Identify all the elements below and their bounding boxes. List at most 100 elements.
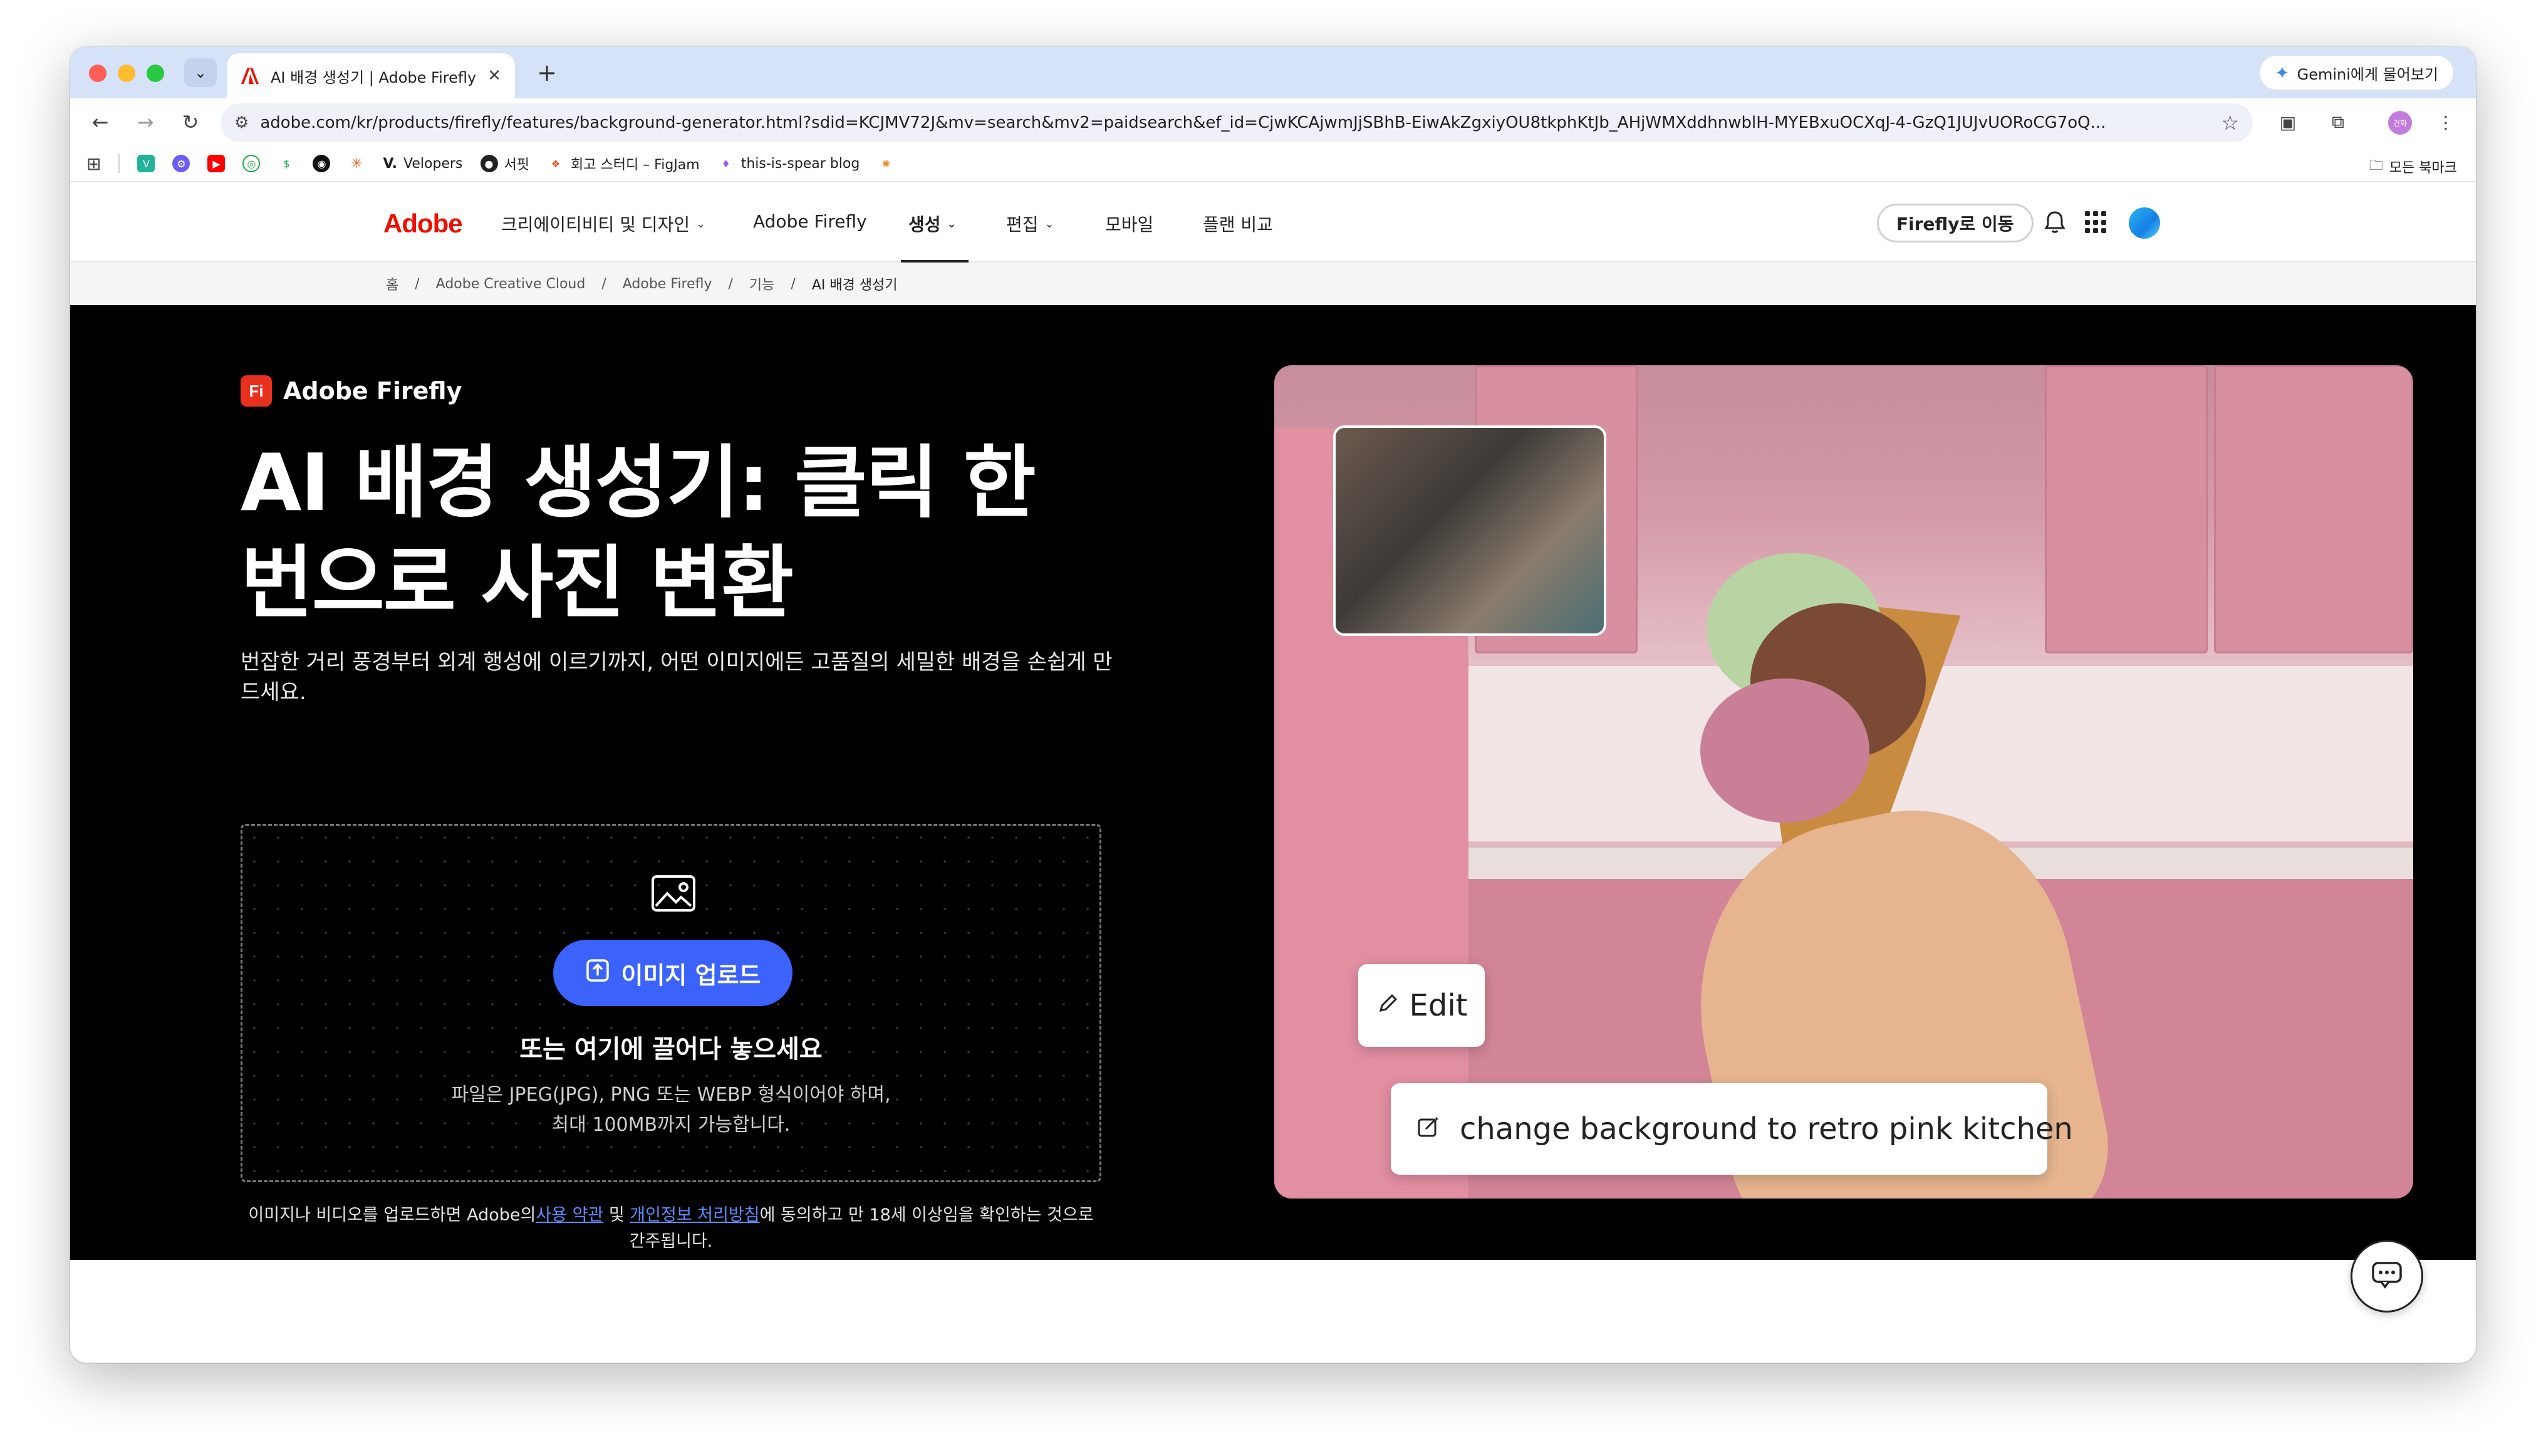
youtube-icon[interactable]: ▶ xyxy=(207,155,226,172)
bookmark-star-icon[interactable]: ☆ xyxy=(2221,111,2239,135)
strawberry-scoop xyxy=(1700,679,1869,823)
pencil-icon xyxy=(1376,988,1401,1023)
adobe-global-nav: Adobe 크리에이티비티 및 디자인 ⌄ Adobe Firefly 생성 ⌄… xyxy=(70,182,2476,263)
adobe-logo[interactable]: Adobe xyxy=(380,209,463,239)
below-hero-section xyxy=(70,1260,2476,1363)
nav-adobe-firefly[interactable]: Adobe Firefly xyxy=(753,211,867,232)
reload-icon[interactable]: ↻ xyxy=(177,108,204,136)
folder-icon: 🗀 xyxy=(2369,158,2383,174)
terms-notice: 이미지나 비디오를 업로드하면 Adobe의사용 약관 및 개인정보 처리방침에… xyxy=(248,1205,1094,1251)
new-tab-button[interactable]: + xyxy=(533,58,561,87)
user-avatar[interactable] xyxy=(2129,207,2160,239)
breadcrumb-separator: / xyxy=(728,276,733,292)
demo-image: Edit change background to retro pink kit… xyxy=(1274,365,2413,1199)
bookmark-surfit[interactable]: ● 서핏 xyxy=(480,153,529,174)
breadcrumb-separator: / xyxy=(791,276,796,292)
privacy-policy-link[interactable]: 개인정보 처리방침 xyxy=(630,1205,759,1225)
bookmark-orange-asterisk-icon[interactable]: ✳ xyxy=(348,155,366,172)
chevron-down-icon: ⌄ xyxy=(696,217,706,231)
close-window-button[interactable] xyxy=(89,65,107,82)
firefly-brand-name: Adobe Firefly xyxy=(283,377,462,405)
url-text[interactable]: adobe.com/kr/products/firefly/features/b… xyxy=(260,113,2210,132)
file-requirements: 파일은 JPEG(JPG), PNG 또는 WEBP 형식이어야 하며, 최대 … xyxy=(451,1084,891,1136)
profile-label: 건화 xyxy=(2393,118,2408,128)
apps-grid-icon[interactable]: ⊞ xyxy=(86,153,101,174)
hero-section: Fi Adobe Firefly AI 배경 생성기: 클릭 한 번으로 사진 … xyxy=(70,305,2476,1260)
nav-edit[interactable]: 편집 ⌄ xyxy=(1006,211,1054,236)
address-bar[interactable]: ⚙ adobe.com/kr/products/firefly/features… xyxy=(221,103,2253,142)
forward-arrow-icon[interactable]: → xyxy=(132,108,159,136)
extensions-puzzle-icon[interactable]: ⧉ xyxy=(2325,110,2351,135)
site-settings-icon[interactable]: ⚙ xyxy=(234,113,249,132)
upload-button-label: 이미지 업로드 xyxy=(621,961,761,989)
breadcrumb-separator: / xyxy=(415,276,420,292)
browser-window: ⌄ AI 배경 생성기 | Adobe Firefly ✕ + ✦ Gemini… xyxy=(70,47,2476,1363)
close-tab-icon[interactable]: ✕ xyxy=(487,66,501,85)
bookmark-dark-icon[interactable]: ◉ xyxy=(313,155,331,172)
bookmark-separator xyxy=(118,154,120,173)
kebab-menu-icon[interactable]: ⋮ xyxy=(2433,110,2458,135)
profile-avatar[interactable]: 건화 xyxy=(2388,111,2412,135)
firefly-brand: Fi Adobe Firefly xyxy=(241,375,462,407)
minimize-window-button[interactable] xyxy=(118,65,135,82)
image-icon xyxy=(651,875,696,912)
breadcrumb-creative-cloud[interactable]: Adobe Creative Cloud xyxy=(436,276,586,292)
breadcrumb-home[interactable]: 홈 xyxy=(386,274,398,294)
page-title: AI 배경 생성기: 클릭 한 번으로 사진 변환 xyxy=(241,433,1055,633)
app-switcher-icon[interactable] xyxy=(2085,211,2107,234)
chat-support-button[interactable] xyxy=(2351,1240,2423,1313)
maximize-window-button[interactable] xyxy=(147,65,164,82)
upload-image-button[interactable]: 이미지 업로드 xyxy=(553,940,792,1006)
bookmark-velopers[interactable]: V. Velopers xyxy=(383,156,462,172)
all-bookmarks[interactable]: 🗀 모든 북마크 xyxy=(2369,155,2457,179)
gemini-sparkle-icon: ✦ xyxy=(2275,62,2290,83)
title-line-1: AI 배경 생성기: 클릭 한 xyxy=(241,437,1036,529)
chevron-down-icon: ⌄ xyxy=(194,64,207,81)
gemini-button[interactable]: ✦ Gemini에게 물어보기 xyxy=(2260,56,2453,90)
figma-icon: ❖ xyxy=(546,155,564,172)
hero-description: 번잡한 거리 풍경부터 외계 행성에 이르기까지, 어떤 이미지에든 고품질의 … xyxy=(241,650,1113,705)
bookmark-money-icon[interactable]: $ xyxy=(278,155,296,172)
go-to-firefly-button[interactable]: Firefly로 이동 xyxy=(1877,204,2034,242)
prompt-chip: change background to retro pink kitchen xyxy=(1391,1083,2073,1175)
nav-generate[interactable]: 생성 ⌄ xyxy=(908,211,957,236)
upload-icon xyxy=(585,958,610,989)
kitchen-cabinet xyxy=(2045,365,2208,653)
back-arrow-icon[interactable]: ← xyxy=(86,108,114,136)
bookmark-gear-icon[interactable]: ✺ xyxy=(877,155,895,172)
nav-creativity-design[interactable]: 크리에이티비티 및 디자인 ⌄ xyxy=(501,211,705,236)
upload-dropzone[interactable]: 이미지 업로드 또는 여기에 끌어다 놓으세요 파일은 JPEG(JPG), P… xyxy=(241,824,1101,1182)
bookmark-blue-icon[interactable]: ⚙ xyxy=(172,155,190,172)
breadcrumb-features[interactable]: 기능 xyxy=(749,274,774,294)
browser-toolbar: ← → ↻ ⚙ adobe.com/kr/products/firefly/fe… xyxy=(70,98,2476,146)
edit-label: Edit xyxy=(1409,988,1468,1023)
prompt-text: change background to retro pink kitchen xyxy=(1460,1111,2073,1147)
kitchen-cabinet xyxy=(2214,365,2413,653)
bookmark-spear-blog[interactable]: ♦ this-is-spear blog xyxy=(717,155,860,172)
bookmark-v-icon[interactable]: V xyxy=(137,155,155,172)
tab-strip: ⌄ AI 배경 생성기 | Adobe Firefly ✕ + ✦ Gemini… xyxy=(70,47,2476,98)
surfit-icon: ● xyxy=(480,155,498,172)
nav-compare-plans[interactable]: 플랜 비교 xyxy=(1203,211,1273,236)
tab-search-button[interactable]: ⌄ xyxy=(184,58,217,87)
edit-chip: Edit xyxy=(1358,964,1485,1047)
chat-bubble-icon xyxy=(2371,1261,2403,1291)
reading-mode-icon[interactable]: ▣ xyxy=(2275,110,2300,135)
bookmarks-bar: ⊞ V ⚙ ▶ ◎ $ ◉ ✳ V. Velopers ● 서핏 ❖ 회고 스터… xyxy=(70,146,2476,182)
bookmark-figjam[interactable]: ❖ 회고 스터디 – FigJam xyxy=(546,153,700,174)
original-photo-thumbnail xyxy=(1333,425,1606,636)
terms-of-use-link[interactable]: 사용 약관 xyxy=(536,1205,603,1225)
active-tab[interactable]: AI 배경 생성기 | Adobe Firefly ✕ xyxy=(227,53,515,98)
chevron-down-icon: ⌄ xyxy=(1044,217,1054,231)
title-line-2: 번으로 사진 변환 xyxy=(241,537,794,629)
chevron-down-icon: ⌄ xyxy=(947,217,957,231)
tab-title: AI 배경 생성기 | Adobe Firefly xyxy=(271,68,477,86)
generate-edit-icon xyxy=(1416,1111,1441,1147)
adobe-favicon-icon xyxy=(241,66,259,85)
notification-bell-icon[interactable] xyxy=(2041,209,2069,236)
drag-drop-text: 또는 여기에 끌어다 놓으세요 xyxy=(519,1035,823,1064)
bookmark-green-icon[interactable]: ◎ xyxy=(242,155,261,172)
nav-mobile[interactable]: 모바일 xyxy=(1105,211,1153,236)
breadcrumb-separator: / xyxy=(601,276,606,292)
breadcrumb-firefly[interactable]: Adobe Firefly xyxy=(623,276,712,292)
